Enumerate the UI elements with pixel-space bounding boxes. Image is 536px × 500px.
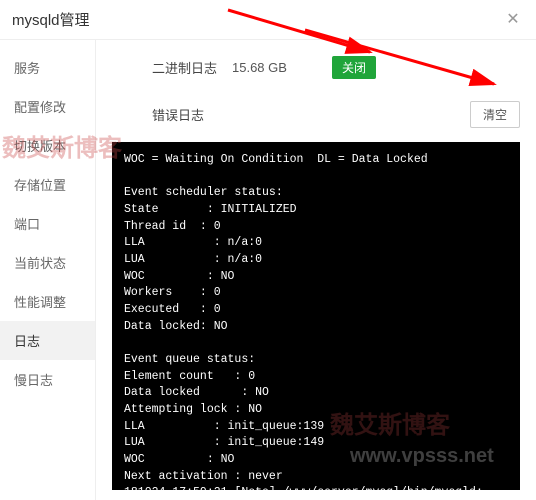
sidebar-item-5[interactable]: 当前状态 bbox=[0, 243, 95, 282]
binlog-label: 二进制日志 bbox=[112, 58, 232, 77]
sidebar-item-1[interactable]: 配置修改 bbox=[0, 87, 95, 126]
sidebar-item-label: 切换版本 bbox=[14, 139, 66, 154]
sidebar-item-3[interactable]: 存储位置 bbox=[0, 165, 95, 204]
sidebar-item-6[interactable]: 性能调整 bbox=[0, 282, 95, 321]
sidebar-item-label: 存储位置 bbox=[14, 178, 66, 193]
error-log-textarea[interactable]: WOC = Waiting On Condition DL = Data Loc… bbox=[112, 142, 520, 490]
binlog-close-button[interactable]: 关闭 bbox=[332, 56, 376, 79]
errorlog-row: 错误日志 清空 bbox=[102, 93, 530, 136]
sidebar-item-label: 慢日志 bbox=[14, 373, 53, 388]
sidebar-item-label: 性能调整 bbox=[14, 295, 66, 310]
sidebar-item-0[interactable]: 服务 bbox=[0, 48, 95, 87]
panel-body: 服务配置修改切换版本存储位置端口当前状态性能调整日志慢日志 二进制日志 15.6… bbox=[0, 40, 536, 500]
sidebar-item-7[interactable]: 日志 bbox=[0, 321, 95, 360]
main-area: 二进制日志 15.68 GB 关闭 错误日志 清空 WOC = Waiting … bbox=[96, 40, 536, 500]
sidebar-item-label: 端口 bbox=[14, 217, 40, 232]
errorlog-label: 错误日志 bbox=[112, 105, 204, 124]
sidebar-item-2[interactable]: 切换版本 bbox=[0, 126, 95, 165]
sidebar-item-label: 服务 bbox=[14, 61, 40, 76]
binlog-size: 15.68 GB bbox=[232, 60, 332, 75]
panel-title: mysqld管理 bbox=[12, 9, 90, 30]
clear-log-button[interactable]: 清空 bbox=[470, 101, 520, 128]
sidebar-item-4[interactable]: 端口 bbox=[0, 204, 95, 243]
panel-header: mysqld管理 ✕ bbox=[0, 0, 536, 40]
close-icon[interactable]: ✕ bbox=[502, 8, 524, 30]
sidebar-item-label: 日志 bbox=[14, 334, 40, 349]
sidebar: 服务配置修改切换版本存储位置端口当前状态性能调整日志慢日志 bbox=[0, 40, 96, 500]
binlog-row: 二进制日志 15.68 GB 关闭 bbox=[102, 50, 530, 93]
sidebar-item-label: 当前状态 bbox=[14, 256, 66, 271]
sidebar-item-label: 配置修改 bbox=[14, 100, 66, 115]
mysqld-panel: mysqld管理 ✕ 服务配置修改切换版本存储位置端口当前状态性能调整日志慢日志… bbox=[0, 0, 536, 500]
sidebar-item-8[interactable]: 慢日志 bbox=[0, 360, 95, 399]
